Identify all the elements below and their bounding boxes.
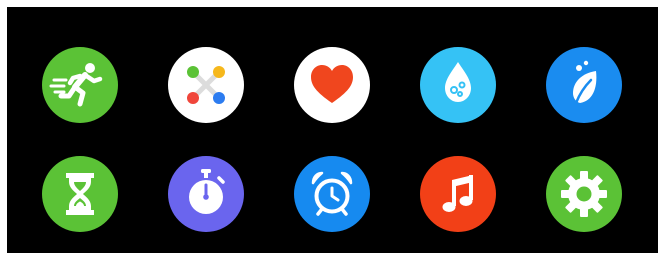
breathe-app-button[interactable] <box>546 47 622 123</box>
water-drop-icon <box>445 62 471 102</box>
stopwatch-icon <box>189 169 225 214</box>
gear-icon <box>561 171 607 217</box>
music-app-button[interactable] <box>420 156 496 232</box>
stopwatch-app-button[interactable] <box>168 156 244 232</box>
timer-app-button[interactable] <box>42 156 118 232</box>
running-icon <box>49 63 103 107</box>
leaf-icon <box>573 60 597 105</box>
water-tracker-app-button[interactable] <box>420 47 496 123</box>
heart-rate-app-button[interactable] <box>294 47 370 123</box>
heart-icon <box>311 65 353 103</box>
app-drawer-dots-icon <box>187 66 225 104</box>
music-note-icon <box>442 175 473 212</box>
alarm-clock-icon <box>311 171 353 216</box>
settings-app-button[interactable] <box>546 156 622 232</box>
alarm-app-button[interactable] <box>294 156 370 232</box>
app-drawer-button[interactable] <box>168 47 244 123</box>
watch-screen <box>7 7 658 253</box>
hourglass-icon <box>66 173 94 215</box>
workout-app-button[interactable] <box>42 47 118 123</box>
app-grid <box>42 47 622 232</box>
